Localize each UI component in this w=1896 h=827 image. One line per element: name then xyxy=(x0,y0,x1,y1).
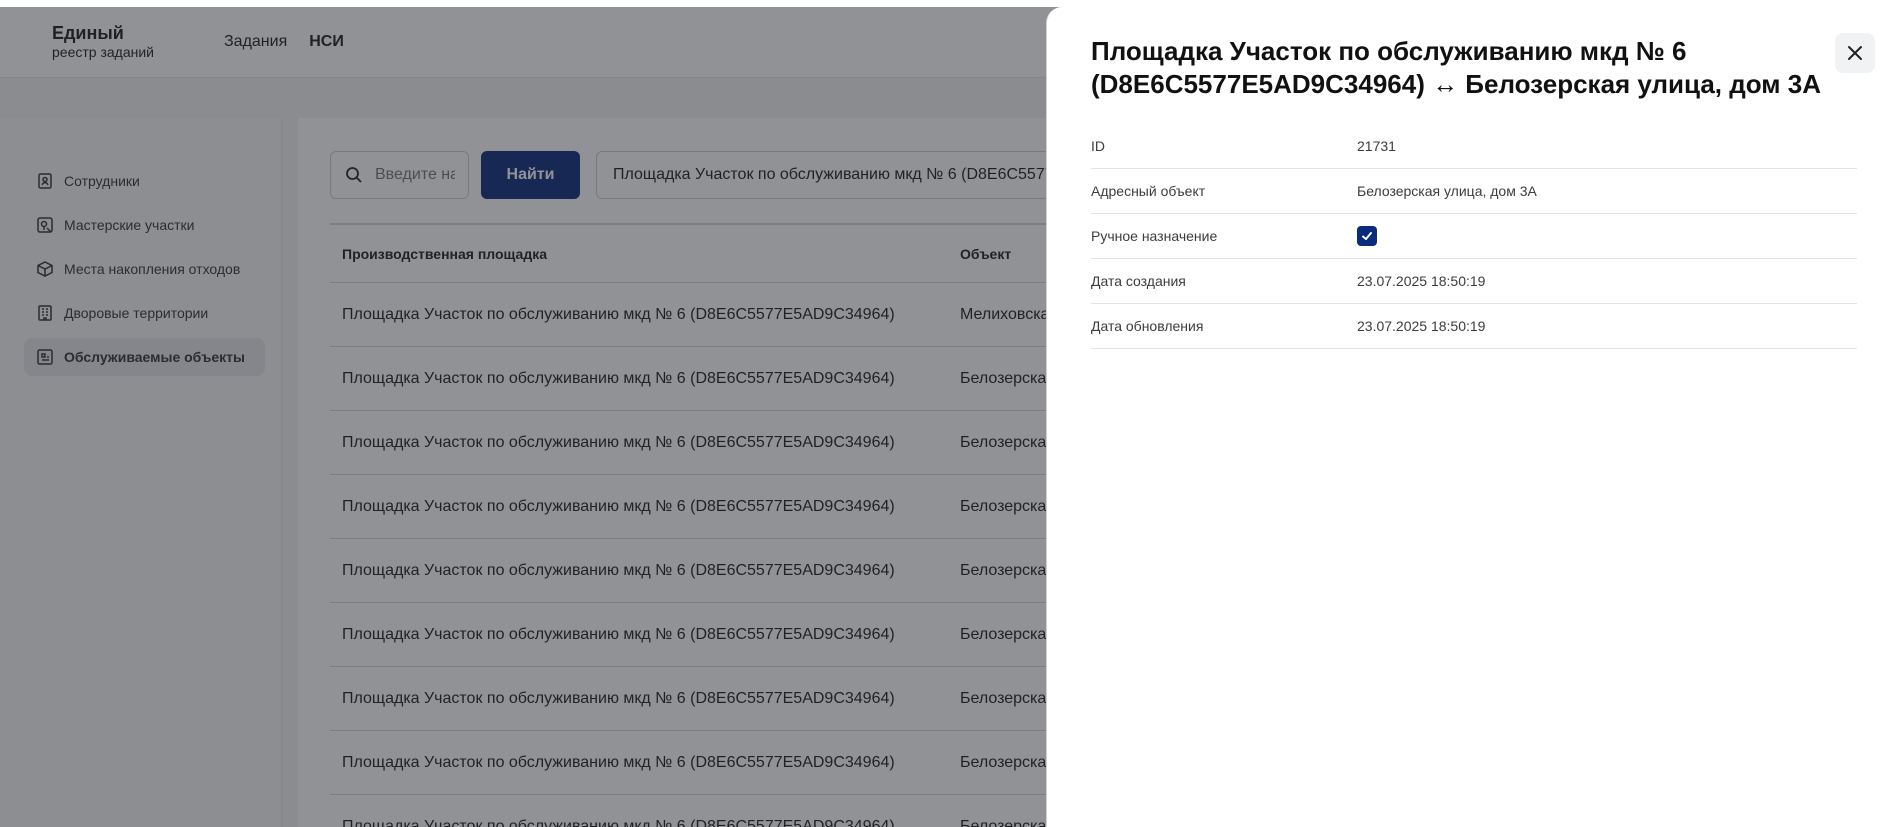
close-icon xyxy=(1848,46,1862,60)
property-value: 23.07.2025 18:50:19 xyxy=(1357,273,1486,289)
property-row-id: ID 21731 xyxy=(1091,124,1857,169)
close-button[interactable] xyxy=(1835,33,1875,73)
drawer-title: Площадка Участок по обслуживанию мкд № 6… xyxy=(1091,36,1821,99)
properties-list: ID 21731 Адресный объект Белозерская ули… xyxy=(1091,124,1857,349)
property-row-updated: Дата обновления 23.07.2025 18:50:19 xyxy=(1091,304,1857,349)
manual-assignment-checkbox[interactable] xyxy=(1357,226,1377,246)
detail-drawer: Площадка Участок по обслуживанию мкд № 6… xyxy=(1046,7,1896,827)
property-label: ID xyxy=(1091,138,1105,154)
property-label: Адресный объект xyxy=(1091,183,1206,199)
property-row-address: Адресный объект Белозерская улица, дом 3… xyxy=(1091,169,1857,214)
property-row-created: Дата создания 23.07.2025 18:50:19 xyxy=(1091,259,1857,304)
property-label: Дата обновления xyxy=(1091,318,1204,334)
check-icon xyxy=(1362,232,1372,240)
property-value: 23.07.2025 18:50:19 xyxy=(1357,318,1486,334)
property-label: Дата создания xyxy=(1091,273,1186,289)
property-value xyxy=(1357,226,1857,246)
property-row-manual-assignment: Ручное назначение xyxy=(1091,214,1857,259)
property-value: 21731 xyxy=(1357,138,1396,154)
property-value: Белозерская улица, дом 3А xyxy=(1357,183,1537,199)
property-label: Ручное назначение xyxy=(1091,228,1218,244)
